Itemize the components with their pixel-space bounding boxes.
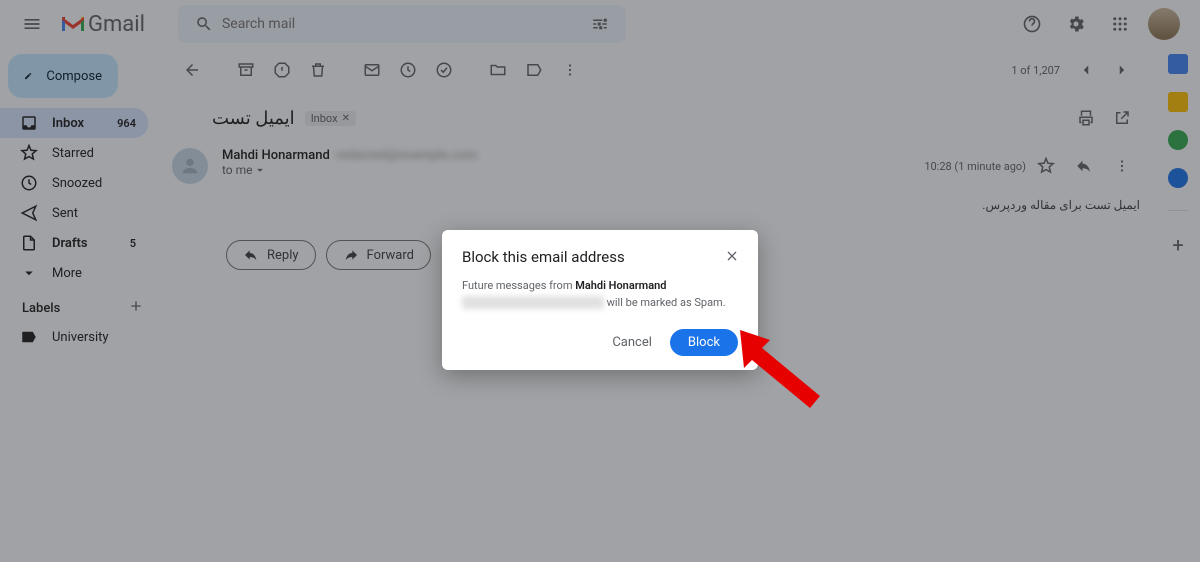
dialog-sender-name: Mahdi Honarmand <box>575 279 666 292</box>
dialog-text: Future messages from Mahdi Honarmand xxx… <box>462 278 738 311</box>
block-button[interactable]: Block <box>670 329 738 356</box>
dialog-text-prefix: Future messages from <box>462 279 575 292</box>
dialog-actions: Cancel Block <box>462 329 738 356</box>
dialog-close-button[interactable] <box>720 244 744 268</box>
block-email-dialog: Block this email address Future messages… <box>442 230 758 370</box>
close-icon <box>724 248 740 264</box>
dialog-email-redacted: xxxxxxxxxxxxxxxxxxxxxxxxxx <box>462 296 604 309</box>
dialog-title: Block this email address <box>462 248 738 266</box>
cancel-button[interactable]: Cancel <box>600 329 664 356</box>
dialog-text-suffix: will be marked as Spam. <box>604 296 726 309</box>
